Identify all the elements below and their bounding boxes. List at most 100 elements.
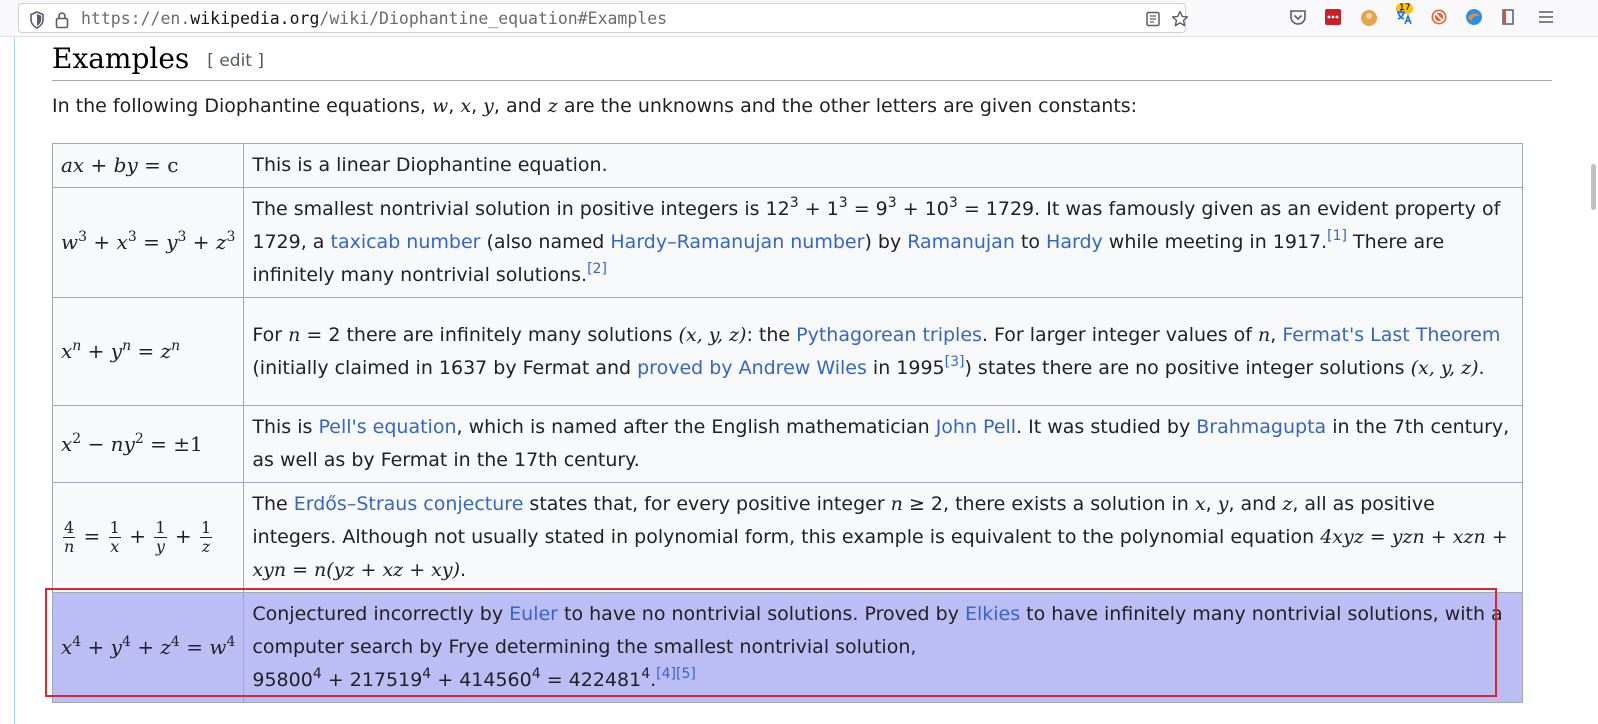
row-text: while meeting in 1917. bbox=[1102, 231, 1328, 253]
description-cell: The Erdős–Straus conjecture states that,… bbox=[243, 482, 1523, 593]
andrew-wiles-link[interactable]: proved by Andrew Wiles bbox=[637, 357, 867, 379]
equation-cell: ax + by = c bbox=[51, 143, 245, 188]
intro-sep: , bbox=[471, 95, 484, 117]
table-row-highlighted: x4 + y4 + z4 = w4 Conjectured incorrectl… bbox=[51, 592, 1523, 703]
hamburger-menu-icon[interactable] bbox=[1537, 8, 1555, 26]
var-z: z bbox=[547, 95, 558, 117]
citation-link[interactable]: [5] bbox=[676, 666, 696, 682]
hardy-link[interactable]: Hardy bbox=[1046, 231, 1103, 253]
erdos-straus-link[interactable]: Erdős–Straus conjecture bbox=[294, 493, 524, 515]
fraction: 1z bbox=[200, 518, 213, 556]
row-text: . For larger integer values of bbox=[981, 323, 1258, 346]
content-left-border bbox=[14, 37, 15, 724]
blocker-extension-icon[interactable] bbox=[1430, 8, 1448, 26]
url-path: /wiki/Diophantine_equation#Examples bbox=[319, 9, 668, 28]
intro-sep: , bbox=[448, 95, 461, 117]
extension-avatar-icon[interactable] bbox=[1360, 8, 1378, 26]
section-title: Examples bbox=[52, 42, 190, 75]
pells-equation-link[interactable]: Pell's equation bbox=[318, 416, 456, 438]
row-text: The smallest nontrivial solution in posi… bbox=[252, 198, 790, 220]
address-bar[interactable]: https://en.wikipedia.org/wiki/Diophantin… bbox=[18, 3, 1189, 33]
row-text: + 10 bbox=[896, 198, 949, 220]
var-w: w bbox=[432, 95, 449, 117]
tracking-shield-icon[interactable] bbox=[29, 11, 45, 33]
ramanujan-link[interactable]: Ramanujan bbox=[907, 231, 1015, 253]
row-text: + 414560 bbox=[431, 669, 532, 691]
table-row: ax + by = c This is a linear Diophantine… bbox=[51, 143, 1523, 188]
translate-extension-icon[interactable] bbox=[1395, 8, 1413, 26]
description-cell: This is a linear Diophantine equation. bbox=[243, 143, 1523, 188]
row-text: ) by bbox=[864, 231, 908, 253]
row-text: . bbox=[460, 559, 467, 581]
row-text: : the bbox=[746, 323, 797, 346]
firefox-relay-icon[interactable] bbox=[1465, 8, 1483, 26]
citation-link[interactable]: [4] bbox=[656, 666, 676, 682]
bookmark-star-icon[interactable] bbox=[1171, 10, 1189, 32]
row-text: to bbox=[1014, 231, 1047, 253]
row-text: The bbox=[252, 493, 294, 515]
var-n: n bbox=[288, 323, 301, 346]
brahmagupta-link[interactable]: Brahmagupta bbox=[1196, 416, 1326, 438]
row-text: states that, for every positive integer bbox=[523, 493, 891, 515]
citation-link[interactable]: [1] bbox=[1327, 228, 1347, 244]
scrollbar-track[interactable] bbox=[1587, 37, 1598, 724]
row-text: ) states there are no positive integer s… bbox=[964, 356, 1411, 379]
lock-icon[interactable] bbox=[55, 11, 69, 33]
citation-link[interactable]: [2] bbox=[587, 261, 607, 277]
equation-cell: x4 + y4 + z4 = w4 bbox=[51, 592, 245, 703]
scrollbar-thumb[interactable] bbox=[1591, 164, 1596, 210]
row-text: , and bbox=[1228, 493, 1283, 515]
lastpass-extension-icon[interactable] bbox=[1324, 8, 1342, 26]
var-x: x bbox=[460, 95, 472, 117]
euler-link[interactable]: Euler bbox=[509, 603, 558, 625]
equation-cell: x2 − ny2 = ±1 bbox=[51, 405, 245, 483]
citation-link[interactable]: [3] bbox=[945, 354, 965, 370]
john-pell-link[interactable]: John Pell bbox=[936, 416, 1016, 438]
edit-section-link[interactable]: [ edit ] bbox=[207, 51, 264, 71]
row-text: to have no nontrivial solutions. Proved … bbox=[557, 603, 965, 625]
url-text[interactable]: https://en.wikipedia.org/wiki/Diophantin… bbox=[81, 9, 667, 28]
var-z: z bbox=[1282, 493, 1293, 515]
fraction: 4n bbox=[63, 518, 76, 556]
row-text: , there exists a solution in bbox=[943, 493, 1195, 515]
taxicab-number-link[interactable]: taxicab number bbox=[331, 231, 481, 253]
row-text: in 1995 bbox=[866, 356, 945, 379]
url-host: wikipedia.org bbox=[190, 9, 320, 28]
row-text: 95800 bbox=[252, 669, 313, 691]
table-row: xn + yn = zn For n = 2 there are infinit… bbox=[51, 297, 1523, 406]
pocket-icon[interactable] bbox=[1289, 8, 1307, 26]
row-text: For bbox=[252, 323, 289, 346]
pythagorean-triples-link[interactable]: Pythagorean triples bbox=[796, 324, 982, 346]
row-text: = 9 bbox=[847, 198, 888, 220]
table-row: 4n = 1x + 1y + 1z The Erdős–Straus conje… bbox=[51, 482, 1523, 593]
equation-cell: 4n = 1x + 1y + 1z bbox=[51, 482, 245, 593]
intro-text: are the unknowns and the other letters a… bbox=[557, 95, 1138, 117]
description-cell: For n = 2 there are infinitely many solu… bbox=[243, 297, 1523, 406]
fermats-last-theorem-link[interactable]: Fermat's Last Theorem bbox=[1282, 324, 1500, 346]
intro-text: In the following Diophantine equations, bbox=[52, 95, 432, 117]
examples-table: ax + by = c This is a linear Diophantine… bbox=[51, 143, 1523, 703]
row-text: . bbox=[1478, 356, 1485, 379]
reading-list-icon[interactable] bbox=[1500, 8, 1518, 26]
section-heading: Examples [ edit ] bbox=[52, 40, 1552, 81]
math-triple: (x, y, z) bbox=[678, 323, 747, 346]
row-text: , bbox=[1270, 323, 1283, 346]
row-text: = 2 there are infinitely many solutions bbox=[300, 323, 679, 346]
row-text: + 1 bbox=[798, 198, 839, 220]
row-text: , bbox=[1205, 493, 1218, 515]
var-x: x bbox=[1194, 493, 1206, 515]
elkies-link[interactable]: Elkies bbox=[965, 603, 1020, 625]
row-text: This is a linear Diophantine equation. bbox=[252, 154, 608, 176]
row-text: = 422481 bbox=[540, 669, 642, 691]
hardy-ramanujan-link[interactable]: Hardy–Ramanujan number bbox=[610, 231, 864, 253]
fraction: 1y bbox=[154, 518, 167, 556]
var-n: n bbox=[1258, 323, 1271, 346]
math-triple: (x, y, z) bbox=[1410, 356, 1479, 379]
reader-view-icon[interactable] bbox=[1145, 11, 1161, 31]
row-text: This is bbox=[252, 416, 319, 438]
row-text: . It was studied by bbox=[1016, 416, 1197, 438]
equation-cell: w3 + x3 = y3 + z3 bbox=[51, 187, 245, 298]
url-prefix: https://en. bbox=[81, 9, 191, 28]
equation-cell: xn + yn = zn bbox=[51, 297, 245, 406]
page-content: Examples [ edit ] In the following Diopha… bbox=[0, 37, 1598, 724]
